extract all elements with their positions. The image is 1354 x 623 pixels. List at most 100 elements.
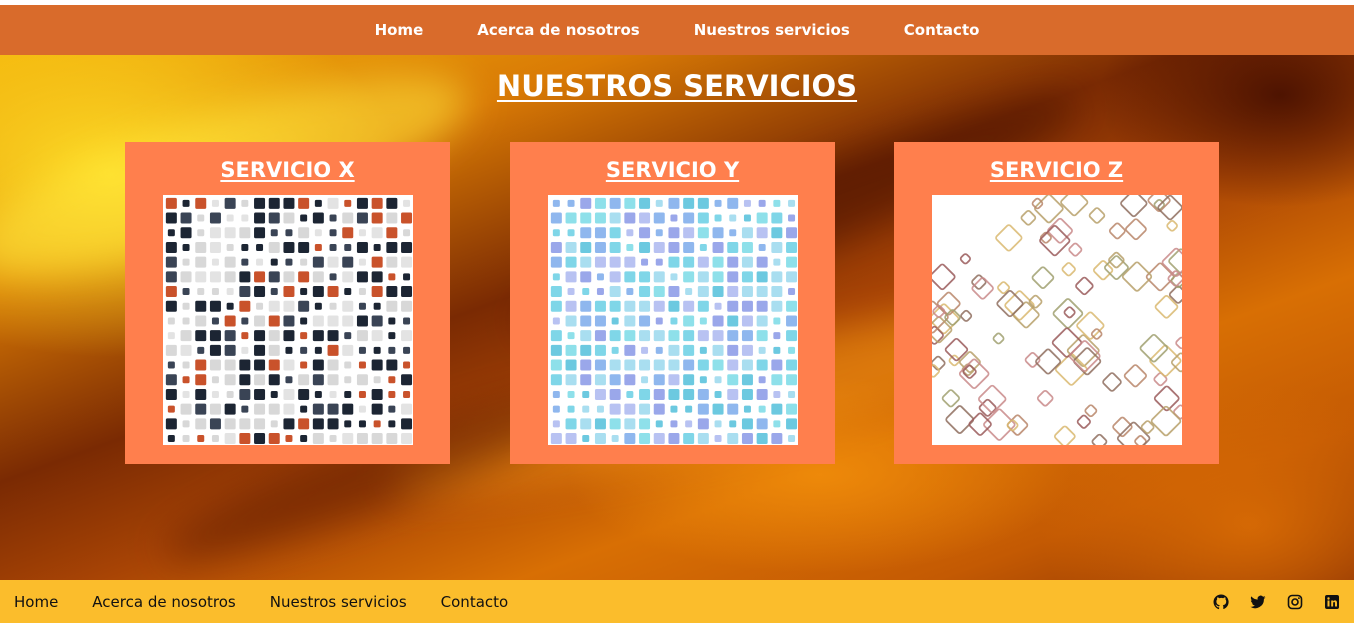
nav-link-home[interactable]: Home bbox=[375, 21, 424, 39]
pattern-tile bbox=[565, 241, 577, 253]
nav-link-about[interactable]: Acerca de nosotros bbox=[477, 21, 639, 39]
pattern-tile bbox=[683, 300, 695, 312]
pattern-tile bbox=[653, 388, 665, 400]
pattern-tile bbox=[668, 374, 680, 386]
pattern-tile bbox=[254, 374, 266, 386]
pattern-tile bbox=[727, 300, 739, 312]
pattern-tile bbox=[239, 227, 251, 239]
pattern-tile bbox=[567, 199, 575, 207]
pattern-tile bbox=[626, 390, 634, 398]
pattern-tile bbox=[386, 197, 398, 209]
pattern-tile bbox=[639, 403, 651, 415]
pattern-tile bbox=[565, 256, 577, 268]
pattern-tile bbox=[270, 288, 278, 296]
pattern-tile bbox=[552, 317, 560, 325]
pattern-tile bbox=[329, 243, 337, 251]
pattern-tile bbox=[373, 420, 381, 428]
pattern-tile bbox=[268, 403, 280, 415]
pattern-tile bbox=[609, 300, 621, 312]
pattern-tile bbox=[653, 271, 665, 283]
footer-link-home[interactable]: Home bbox=[14, 593, 58, 611]
pattern-tile bbox=[773, 317, 781, 325]
pattern-tile bbox=[329, 214, 337, 222]
footer-link-contact[interactable]: Contacto bbox=[441, 593, 509, 611]
pattern-tile bbox=[167, 405, 175, 413]
nav-link-services[interactable]: Nuestros servicios bbox=[694, 21, 850, 39]
pattern-tile bbox=[182, 317, 190, 325]
pattern-rhombus bbox=[1075, 276, 1094, 296]
pattern-rhombus bbox=[1154, 295, 1179, 319]
pattern-rhombus bbox=[1120, 195, 1148, 218]
pattern-tile bbox=[268, 315, 280, 327]
pattern-tile bbox=[670, 273, 678, 281]
pattern-tile bbox=[224, 330, 236, 342]
service-card-title[interactable]: SERVICIO Y bbox=[510, 158, 835, 182]
pattern-tile bbox=[550, 256, 562, 268]
pattern-tile bbox=[683, 330, 695, 342]
pattern-tile bbox=[639, 300, 651, 312]
instagram-icon[interactable] bbox=[1287, 594, 1303, 610]
pattern-tile bbox=[741, 359, 753, 371]
pattern-tile bbox=[314, 390, 322, 398]
pattern-tile bbox=[344, 288, 352, 296]
pattern-tile bbox=[741, 256, 753, 268]
pattern-tile bbox=[727, 286, 739, 298]
pattern-tile bbox=[371, 212, 383, 224]
pattern-tile bbox=[550, 241, 562, 253]
pattern-tile bbox=[314, 302, 322, 310]
pattern-tile bbox=[771, 300, 783, 312]
pattern-tile bbox=[609, 330, 621, 342]
service-image-z bbox=[932, 195, 1182, 445]
pattern-tile bbox=[211, 390, 219, 398]
pattern-tile bbox=[209, 359, 221, 371]
pattern-tile bbox=[165, 300, 177, 312]
social-links bbox=[1192, 580, 1340, 623]
pattern-tile bbox=[786, 418, 798, 430]
pattern-rhombus bbox=[1102, 372, 1122, 392]
pattern-tile bbox=[611, 317, 619, 325]
service-card-title[interactable]: SERVICIO Z bbox=[894, 158, 1219, 182]
pattern-tile bbox=[567, 229, 575, 237]
footer-link-about[interactable]: Acerca de nosotros bbox=[92, 593, 235, 611]
linkedin-icon[interactable] bbox=[1324, 594, 1340, 610]
pattern-tile bbox=[298, 300, 310, 312]
nav-link-contact[interactable]: Contacto bbox=[904, 21, 980, 39]
footer-link-services[interactable]: Nuestros servicios bbox=[270, 593, 407, 611]
pattern-tile bbox=[241, 199, 249, 207]
pattern-tile bbox=[786, 374, 798, 386]
pattern-tile bbox=[182, 258, 190, 266]
pattern-tile bbox=[668, 286, 680, 298]
pattern-tile bbox=[300, 288, 308, 296]
pattern-tile bbox=[211, 435, 219, 443]
pattern-tile bbox=[209, 212, 221, 224]
pattern-tile bbox=[550, 374, 562, 386]
pattern-tile bbox=[283, 286, 295, 298]
pattern-tile bbox=[241, 405, 249, 413]
pattern-tile bbox=[641, 376, 649, 384]
pattern-tile bbox=[211, 376, 219, 384]
pattern-tile bbox=[254, 344, 266, 356]
pattern-tile bbox=[565, 344, 577, 356]
pattern-tile bbox=[270, 420, 278, 428]
pattern-tile bbox=[594, 315, 606, 327]
pattern-tile bbox=[655, 258, 663, 266]
pattern-tile bbox=[254, 418, 266, 430]
pattern-tile bbox=[314, 229, 322, 237]
pattern-tile bbox=[386, 286, 398, 298]
pattern-rhombus bbox=[1153, 372, 1168, 387]
pattern-tile bbox=[300, 405, 308, 413]
pattern-tile bbox=[552, 229, 560, 237]
twitter-icon[interactable] bbox=[1250, 594, 1266, 610]
pattern-tile bbox=[224, 315, 236, 327]
pattern-tile bbox=[254, 403, 266, 415]
pattern-tile bbox=[182, 302, 190, 310]
pattern-tile bbox=[344, 376, 352, 384]
pattern-tile bbox=[683, 388, 695, 400]
pattern-tile bbox=[298, 197, 310, 209]
service-card-title[interactable]: SERVICIO X bbox=[125, 158, 450, 182]
pattern-tile bbox=[580, 374, 592, 386]
pattern-tile bbox=[697, 359, 709, 371]
pattern-tile bbox=[594, 433, 606, 445]
github-icon[interactable] bbox=[1213, 593, 1229, 610]
pattern-tile bbox=[165, 256, 177, 268]
